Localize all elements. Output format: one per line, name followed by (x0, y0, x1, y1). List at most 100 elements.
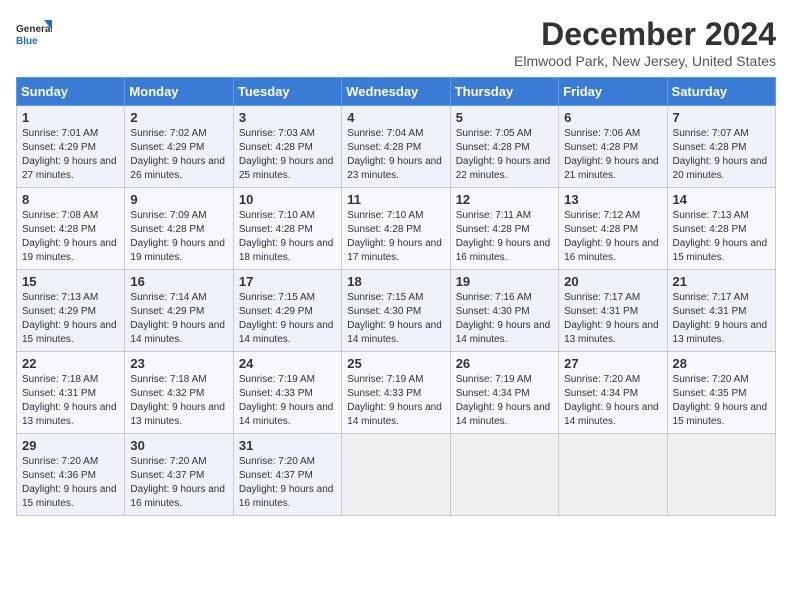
calendar-cell: 8Sunrise: 7:08 AMSunset: 4:28 PMDaylight… (17, 188, 125, 270)
sunset-text: Sunset: 4:32 PM (130, 387, 227, 401)
sunrise-text: Sunrise: 7:11 AM (456, 209, 553, 223)
sunrise-text: Sunrise: 7:20 AM (130, 455, 227, 469)
calendar-cell: 30 Sunrise: 7:20 AMSunset: 4:37 PMDayligh… (125, 434, 233, 516)
sunset-text: Sunset: 4:28 PM (673, 223, 770, 237)
day-info: Sunrise: 7:09 AMSunset: 4:28 PMDaylight:… (130, 209, 227, 265)
day-info: Sunrise: 7:17 AMSunset: 4:31 PMDaylight:… (564, 291, 661, 347)
day-number: 3 (239, 110, 336, 125)
day-info: Sunrise: 7:19 AMSunset: 4:33 PMDaylight:… (347, 373, 444, 429)
week-row-2: 8Sunrise: 7:08 AMSunset: 4:28 PMDaylight… (17, 188, 776, 270)
week-row-4: 22Sunrise: 7:18 AMSunset: 4:31 PMDayligh… (17, 352, 776, 434)
day-number: 9 (130, 192, 227, 207)
day-number: 8 (22, 192, 119, 207)
day-info: Sunrise: 7:13 AMSunset: 4:29 PMDaylight:… (22, 291, 119, 347)
daylight-text: Daylight: 9 hours and 26 minutes. (130, 155, 227, 183)
calendar-cell: 11Sunrise: 7:10 AMSunset: 4:28 PMDayligh… (342, 188, 450, 270)
page-header: General Blue December 2024 Elmwood Park,… (16, 16, 776, 69)
day-number: 25 (347, 356, 444, 371)
day-info: Sunrise: 7:20 AMSunset: 4:36 PMDaylight:… (22, 455, 119, 511)
sunrise-text: Sunrise: 7:05 AM (456, 127, 553, 141)
daylight-text: Daylight: 9 hours and 23 minutes. (347, 155, 444, 183)
day-info: Sunrise: 7:15 AMSunset: 4:30 PMDaylight:… (347, 291, 444, 347)
sunset-text: Sunset: 4:29 PM (22, 305, 119, 319)
day-info: Sunrise: 7:13 AMSunset: 4:28 PMDaylight:… (673, 209, 770, 265)
sunrise-text: Sunrise: 7:20 AM (239, 455, 336, 469)
sunrise-text: Sunrise: 7:18 AM (130, 373, 227, 387)
sunset-text: Sunset: 4:31 PM (564, 305, 661, 319)
calendar-cell: 27Sunrise: 7:20 AMSunset: 4:34 PMDayligh… (559, 352, 667, 434)
day-number: 6 (564, 110, 661, 125)
calendar-cell: 24 Sunrise: 7:19 AMSunset: 4:33 PMDayligh… (233, 352, 341, 434)
sunset-text: Sunset: 4:37 PM (239, 469, 336, 483)
day-info: Sunrise: 7:10 AMSunset: 4:28 PMDaylight:… (239, 209, 336, 265)
sunrise-text: Sunrise: 7:16 AM (456, 291, 553, 305)
svg-text:General: General (16, 24, 52, 35)
day-number: 31 (239, 438, 336, 453)
sunrise-text: Sunrise: 7:17 AM (564, 291, 661, 305)
sunrise-text: Sunrise: 7:19 AM (239, 373, 336, 387)
sunrise-text: Sunrise: 7:09 AM (130, 209, 227, 223)
daylight-text: Daylight: 9 hours and 15 minutes. (22, 483, 119, 511)
sunset-text: Sunset: 4:28 PM (564, 223, 661, 237)
day-info: Sunrise: 7:18 AMSunset: 4:32 PMDaylight:… (130, 373, 227, 429)
sunset-text: Sunset: 4:28 PM (239, 141, 336, 155)
daylight-text: Daylight: 9 hours and 20 minutes. (673, 155, 770, 183)
sunset-text: Sunset: 4:28 PM (456, 223, 553, 237)
daylight-text: Daylight: 9 hours and 14 minutes. (564, 401, 661, 429)
daylight-text: Daylight: 9 hours and 16 minutes. (456, 237, 553, 265)
sunset-text: Sunset: 4:28 PM (130, 223, 227, 237)
daylight-text: Daylight: 9 hours and 21 minutes. (564, 155, 661, 183)
day-number: 11 (347, 192, 444, 207)
day-number: 14 (673, 192, 770, 207)
sunrise-text: Sunrise: 7:03 AM (239, 127, 336, 141)
sunset-text: Sunset: 4:28 PM (347, 223, 444, 237)
calendar-cell: 9 Sunrise: 7:09 AMSunset: 4:28 PMDaylight… (125, 188, 233, 270)
calendar-cell: 19Sunrise: 7:16 AMSunset: 4:30 PMDayligh… (450, 270, 558, 352)
daylight-text: Daylight: 9 hours and 16 minutes. (239, 483, 336, 511)
calendar-cell: 28Sunrise: 7:20 AMSunset: 4:35 PMDayligh… (667, 352, 775, 434)
logo: General Blue (16, 16, 52, 52)
sunrise-text: Sunrise: 7:01 AM (22, 127, 119, 141)
weekday-saturday: Saturday (667, 78, 775, 106)
day-number: 17 (239, 274, 336, 289)
day-info: Sunrise: 7:07 AMSunset: 4:28 PMDaylight:… (673, 127, 770, 183)
day-number: 24 (239, 356, 336, 371)
day-number: 22 (22, 356, 119, 371)
day-number: 28 (673, 356, 770, 371)
sunset-text: Sunset: 4:37 PM (130, 469, 227, 483)
sunrise-text: Sunrise: 7:15 AM (239, 291, 336, 305)
sunset-text: Sunset: 4:36 PM (22, 469, 119, 483)
day-number: 1 (22, 110, 119, 125)
daylight-text: Daylight: 9 hours and 14 minutes. (239, 401, 336, 429)
weekday-monday: Monday (125, 78, 233, 106)
day-info: Sunrise: 7:04 AMSunset: 4:28 PMDaylight:… (347, 127, 444, 183)
day-number: 30 (130, 438, 227, 453)
day-info: Sunrise: 7:14 AMSunset: 4:29 PMDaylight:… (130, 291, 227, 347)
weekday-wednesday: Wednesday (342, 78, 450, 106)
calendar-cell: 21Sunrise: 7:17 AMSunset: 4:31 PMDayligh… (667, 270, 775, 352)
calendar-cell: 14 Sunrise: 7:13 AMSunset: 4:28 PMDayligh… (667, 188, 775, 270)
daylight-text: Daylight: 9 hours and 16 minutes. (130, 483, 227, 511)
sunrise-text: Sunrise: 7:12 AM (564, 209, 661, 223)
sunset-text: Sunset: 4:31 PM (22, 387, 119, 401)
day-info: Sunrise: 7:20 AMSunset: 4:37 PMDaylight:… (130, 455, 227, 511)
sunset-text: Sunset: 4:29 PM (239, 305, 336, 319)
day-number: 15 (22, 274, 119, 289)
day-info: Sunrise: 7:18 AMSunset: 4:31 PMDaylight:… (22, 373, 119, 429)
daylight-text: Daylight: 9 hours and 14 minutes. (347, 319, 444, 347)
daylight-text: Daylight: 9 hours and 13 minutes. (22, 401, 119, 429)
sunset-text: Sunset: 4:28 PM (239, 223, 336, 237)
sunset-text: Sunset: 4:33 PM (239, 387, 336, 401)
sunrise-text: Sunrise: 7:08 AM (22, 209, 119, 223)
calendar-cell (559, 434, 667, 516)
week-row-3: 15 Sunrise: 7:13 AMSunset: 4:29 PMDayligh… (17, 270, 776, 352)
sunset-text: Sunset: 4:30 PM (456, 305, 553, 319)
day-number: 2 (130, 110, 227, 125)
sunrise-text: Sunrise: 7:20 AM (22, 455, 119, 469)
weekday-tuesday: Tuesday (233, 78, 341, 106)
day-info: Sunrise: 7:12 AMSunset: 4:28 PMDaylight:… (564, 209, 661, 265)
day-info: Sunrise: 7:19 AMSunset: 4:34 PMDaylight:… (456, 373, 553, 429)
daylight-text: Daylight: 9 hours and 27 minutes. (22, 155, 119, 183)
daylight-text: Daylight: 9 hours and 17 minutes. (347, 237, 444, 265)
daylight-text: Daylight: 9 hours and 14 minutes. (130, 319, 227, 347)
